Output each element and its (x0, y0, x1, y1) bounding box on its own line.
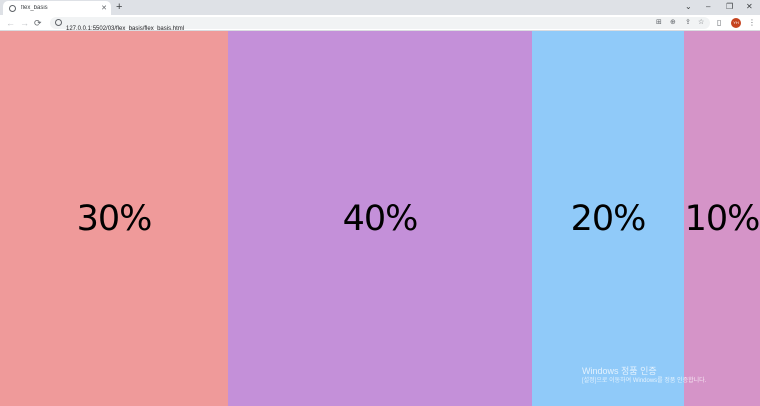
back-button[interactable]: ← (6, 16, 15, 30)
flex-item: 30% (0, 31, 228, 406)
flex-item-label: 10% (684, 198, 760, 239)
flex-item-label: 30% (76, 198, 153, 239)
tab-strip: flex_basis ✕ + ⌄ – ❐ ✕ (0, 0, 760, 15)
zoom-icon[interactable]: ⊕ (670, 17, 676, 29)
forward-button[interactable]: → (20, 16, 29, 30)
avatar[interactable]: YH (731, 18, 741, 28)
new-tab-button[interactable]: + (116, 1, 122, 13)
flex-item: 40% (228, 31, 532, 406)
flex-container: 30% 40% 20% 10% (0, 31, 760, 406)
address-bar[interactable]: 127.0.0.1:5502/03/flex_basis/flex_basis.… (50, 17, 710, 32)
flex-item-label: 40% (342, 198, 419, 239)
browser-toolbar: ← → ⟳ 127.0.0.1:5502/03/flex_basis/flex_… (0, 15, 760, 32)
tab-search-button[interactable]: ⌄ (685, 1, 692, 13)
side-panel-icon[interactable]: ▯ (717, 17, 721, 29)
menu-icon[interactable]: ⋮ (748, 17, 756, 29)
globe-icon (9, 4, 16, 12)
share-icon[interactable]: ⇪ (685, 17, 691, 29)
flex-item: 20% (532, 31, 684, 406)
site-info-icon[interactable] (55, 19, 62, 26)
flex-item: 10% (684, 31, 760, 406)
browser-tab[interactable]: flex_basis ✕ (3, 1, 111, 15)
close-icon[interactable]: ✕ (101, 5, 107, 12)
close-window-button[interactable]: ✕ (746, 1, 753, 13)
tab-title: flex_basis (21, 5, 48, 11)
translate-icon[interactable]: ⊞ (656, 17, 662, 29)
restore-button[interactable]: ❐ (726, 1, 733, 13)
bookmark-star-icon[interactable]: ☆ (698, 17, 704, 29)
flex-item-label: 20% (570, 198, 647, 239)
minimize-button[interactable]: – (706, 1, 710, 13)
reload-button[interactable]: ⟳ (34, 16, 42, 30)
